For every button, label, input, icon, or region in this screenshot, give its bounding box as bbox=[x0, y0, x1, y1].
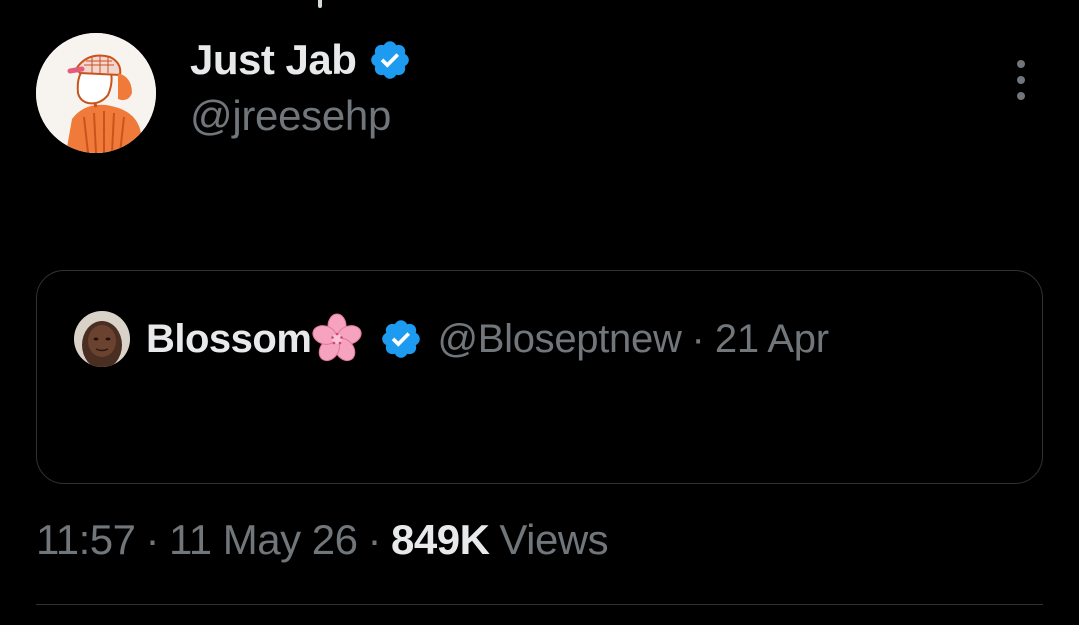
cherry-blossom-icon bbox=[312, 313, 363, 362]
quoted-author-display-name[interactable]: Blossom bbox=[146, 317, 312, 362]
tweet-date[interactable]: 11 May 26 bbox=[169, 516, 358, 564]
verified-badge-icon[interactable] bbox=[379, 317, 423, 361]
views-label[interactable]: Views bbox=[499, 516, 608, 564]
quoted-author-avatar[interactable] bbox=[74, 311, 130, 367]
quoted-avatar-photo bbox=[74, 311, 130, 367]
quoted-tweet-card[interactable]: Blossom @Bloseptnew · 21 Apr bbox=[36, 270, 1043, 484]
author-avatar[interactable] bbox=[36, 33, 156, 153]
author-display-name[interactable]: Just Jab bbox=[190, 36, 357, 84]
meta-separator: · bbox=[367, 516, 382, 563]
meta-separator: · bbox=[145, 516, 160, 563]
quoted-tweet-date[interactable]: 21 Apr bbox=[715, 317, 829, 362]
verified-badge-icon[interactable] bbox=[368, 38, 412, 82]
quoted-author-handle[interactable]: @Bloseptnew bbox=[437, 317, 681, 362]
author-name-row: Just Jab bbox=[190, 34, 412, 86]
quoted-tweet-header: Blossom @Bloseptnew · 21 Apr bbox=[74, 311, 829, 367]
thread-connector-line bbox=[318, 0, 322, 8]
divider bbox=[36, 604, 1043, 605]
more-dot bbox=[1017, 92, 1025, 100]
author-handle[interactable]: @jreesehp bbox=[190, 92, 391, 140]
views-count[interactable]: 849K bbox=[391, 516, 490, 564]
more-options-icon[interactable] bbox=[1008, 60, 1034, 100]
more-dot bbox=[1017, 76, 1025, 84]
tweet-time[interactable]: 11:57 bbox=[36, 516, 136, 564]
quoted-separator: · bbox=[691, 316, 705, 361]
more-dot bbox=[1017, 60, 1025, 68]
tweet-meta-row: 11:57 · 11 May 26 · 849K Views bbox=[36, 512, 609, 568]
avatar-illustration bbox=[36, 33, 156, 153]
